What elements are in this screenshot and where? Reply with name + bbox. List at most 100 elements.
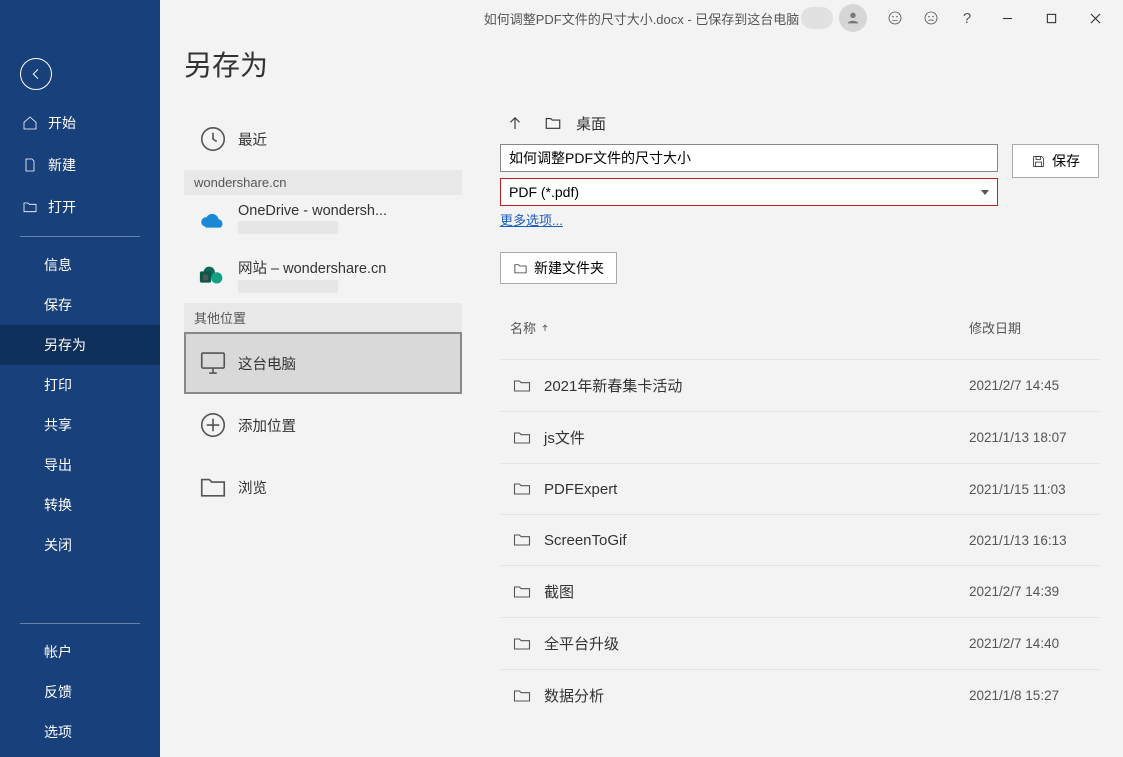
help-icon: ? [963,10,971,27]
nav-home[interactable]: 开始 [0,102,160,144]
location-onedrive-label: OneDrive - wondersh... [238,203,387,219]
nav-new[interactable]: 新建 [0,144,160,186]
folder-icon [500,530,544,550]
file-browser: 桌面 PDF (*.pdf) 更多选项... [462,108,1123,757]
location-add-label: 添加位置 [238,415,296,436]
nav-open-label: 打开 [48,197,76,217]
file-date: 2021/1/13 16:13 [969,533,1099,548]
location-sites[interactable]: S 网站 – wondershare.cn [184,249,462,303]
nav-account[interactable]: 帐户 [0,632,160,672]
location-onedrive[interactable]: OneDrive - wondersh... [184,195,462,249]
open-folder-icon [20,199,40,215]
nav-feedback[interactable]: 反馈 [0,672,160,712]
help-button[interactable]: ? [949,2,985,34]
nav-top-group: 开始 新建 打开 [0,102,160,228]
file-date: 2021/2/7 14:40 [969,636,1099,651]
backstage-nav: 开始 新建 打开 信息 保存 另存为 打印 共享 导出 转换 关闭 帐户 反馈 … [0,0,160,757]
folder-icon [500,479,544,499]
filetype-select[interactable]: PDF (*.pdf) [500,178,998,206]
content-columns: 最近 wondershare.cn OneDrive - wondersh... [184,108,1123,757]
save-button[interactable]: 保存 [1012,144,1099,178]
location-recent[interactable]: 最近 [184,108,462,170]
file-date: 2021/2/7 14:45 [969,378,1099,393]
nav-close[interactable]: 关闭 [0,525,160,565]
frown-button[interactable] [913,2,949,34]
minimize-icon [1002,13,1013,24]
path-folder-icon-btn[interactable] [538,108,568,138]
back-arrow-icon [28,66,44,82]
user-avatar[interactable] [839,4,867,32]
computer-icon [194,344,232,382]
file-form-left: PDF (*.pdf) 更多选项... [500,144,998,230]
file-row[interactable]: js文件2021/1/13 18:07 [500,411,1099,463]
location-add[interactable]: 添加位置 [184,394,462,456]
smile-button[interactable] [877,2,913,34]
col-name-header[interactable]: 名称 [500,318,969,337]
nav-options[interactable]: 选项 [0,712,160,752]
nav-save[interactable]: 保存 [0,285,160,325]
nav-transform[interactable]: 转换 [0,485,160,525]
path-row: 桌面 [500,108,1099,138]
nav-separator-1 [20,236,140,237]
new-folder-button[interactable]: 新建文件夹 [500,252,617,284]
location-other-header: 其他位置 [184,303,462,332]
folder-icon [500,428,544,448]
nav-close-label: 关闭 [44,535,72,555]
add-location-icon [194,406,232,444]
file-name: js文件 [544,427,969,448]
nav-separator-2 [20,623,140,624]
nav-open[interactable]: 打开 [0,186,160,228]
file-name: ScreenToGif [544,532,969,549]
location-browse[interactable]: 浏览 [184,456,462,518]
clock-icon [194,120,232,158]
nav-save-label: 保存 [44,295,72,315]
file-name: 数据分析 [544,685,969,706]
file-form-row: PDF (*.pdf) 更多选项... 保存 [500,144,1099,230]
file-row[interactable]: ScreenToGif2021/1/13 16:13 [500,514,1099,565]
file-date: 2021/1/13 18:07 [969,430,1099,445]
sort-asc-icon [540,323,550,333]
location-this-pc[interactable]: 这台电脑 [184,332,462,394]
file-name: 2021年新春集卡活动 [544,375,969,396]
filename-input[interactable] [500,144,998,172]
col-date-header[interactable]: 修改日期 [969,318,1099,337]
close-window-button[interactable] [1073,2,1117,34]
file-row[interactable]: 数据分析2021/1/8 15:27 [500,669,1099,721]
nav-new-label: 新建 [48,155,76,175]
column-headers: 名称 修改日期 [500,314,1099,341]
user-name-bubble[interactable] [801,7,833,29]
file-date: 2021/2/7 14:39 [969,584,1099,599]
minimize-button[interactable] [985,2,1029,34]
nav-options-label: 选项 [44,722,72,742]
file-list: 2021年新春集卡活动2021/2/7 14:45js文件2021/1/13 1… [500,359,1099,721]
titlebar-right: ? [801,2,1123,34]
file-date: 2021/1/8 15:27 [969,688,1099,703]
file-row[interactable]: PDFExpert2021/1/15 11:03 [500,463,1099,514]
path-label: 桌面 [576,113,606,134]
nav-export[interactable]: 导出 [0,445,160,485]
nav-info[interactable]: 信息 [0,245,160,285]
filetype-label: PDF (*.pdf) [509,184,579,200]
nav-print[interactable]: 打印 [0,365,160,405]
new-folder-label: 新建文件夹 [534,258,604,278]
path-up-button[interactable] [500,108,530,138]
save-button-label: 保存 [1052,151,1080,171]
col-date-label: 修改日期 [969,321,1021,336]
new-folder-icon [513,261,528,276]
browse-folder-icon [194,468,232,506]
frown-icon [923,10,939,26]
file-row[interactable]: 截图2021/2/7 14:39 [500,565,1099,617]
close-icon [1090,13,1101,24]
maximize-button[interactable] [1029,2,1073,34]
nav-save-as[interactable]: 另存为 [0,325,160,365]
file-name: PDFExpert [544,481,969,498]
back-button[interactable] [20,58,52,90]
nav-share[interactable]: 共享 [0,405,160,445]
file-row[interactable]: 2021年新春集卡活动2021/2/7 14:45 [500,359,1099,411]
file-row[interactable]: 全平台升级2021/2/7 14:40 [500,617,1099,669]
page-title: 另存为 [184,44,1123,84]
arrow-up-icon [506,114,524,132]
location-sites-label: 网站 – wondershare.cn [238,257,386,278]
more-options-link[interactable]: 更多选项... [500,210,563,229]
smile-icon [887,10,903,26]
